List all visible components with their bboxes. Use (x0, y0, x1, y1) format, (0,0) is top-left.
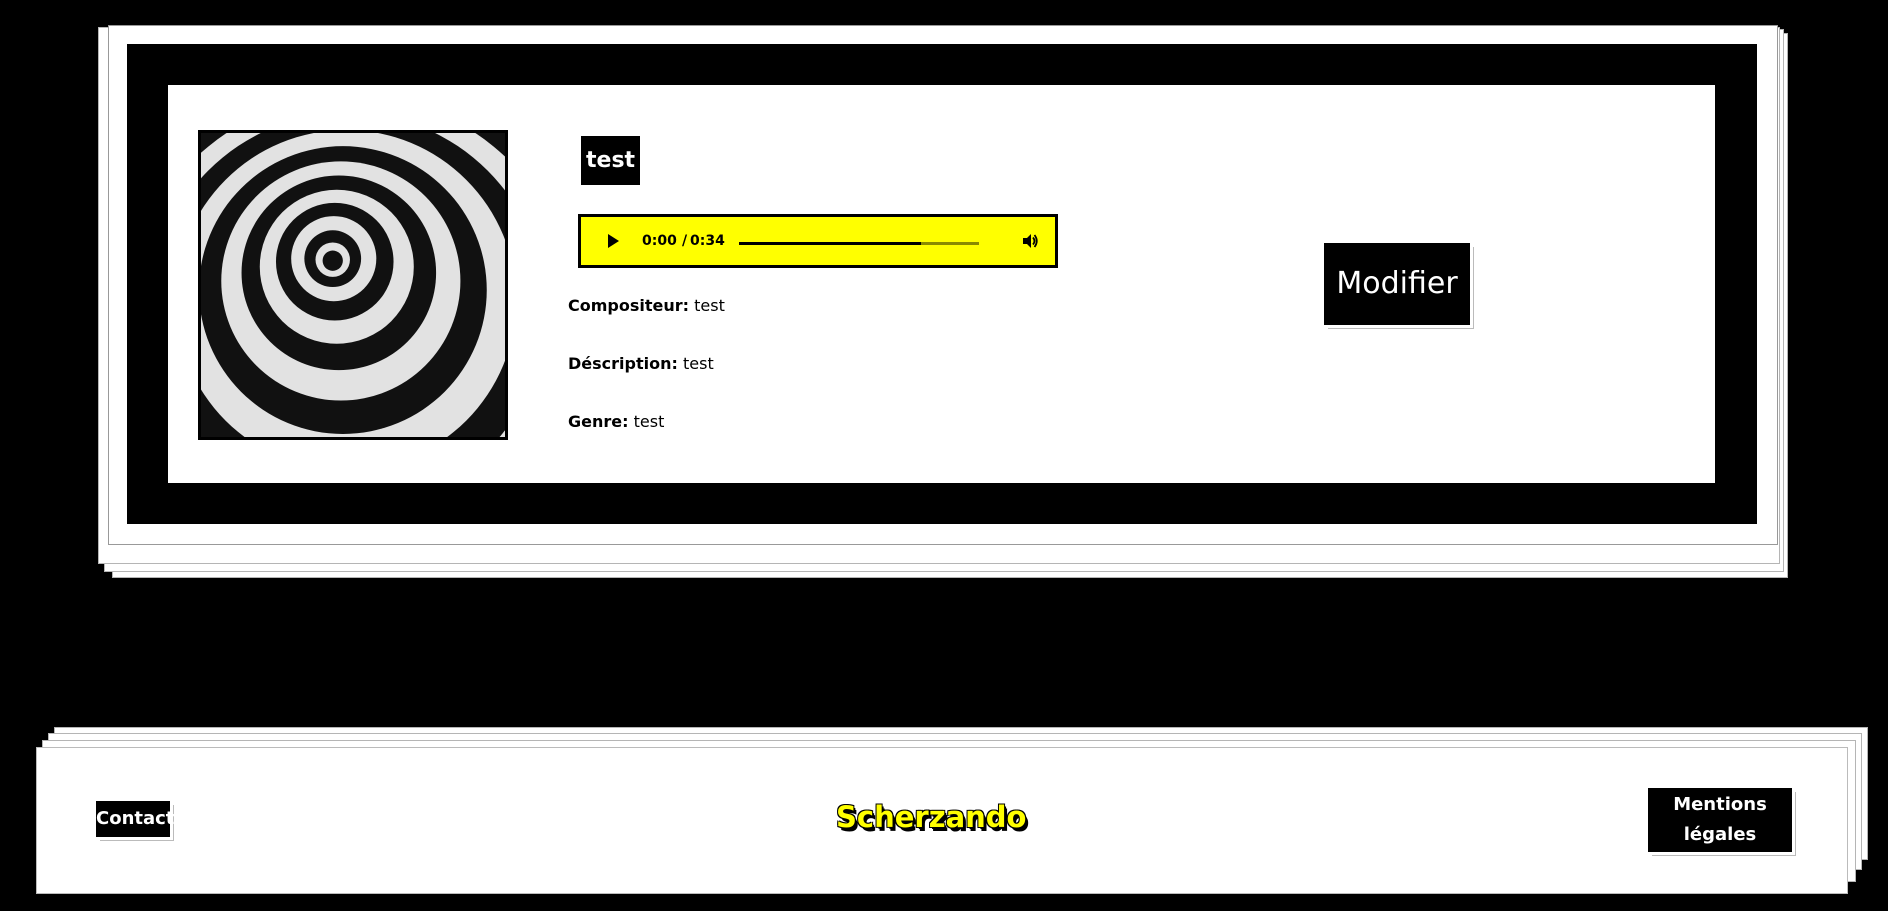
description-value: test (682, 354, 714, 373)
composer-value: test (694, 296, 725, 315)
contact-button[interactable]: Contact (96, 801, 174, 837)
genre-row: Genre: test (568, 412, 664, 431)
genre-value: test (633, 412, 665, 431)
edit-button[interactable]: Modifier (1324, 243, 1470, 325)
description-label: Déscription: (568, 354, 678, 373)
description-row: Déscription: test (568, 354, 714, 373)
legal-notice-button[interactable]: Mentions légales (1648, 788, 1792, 852)
audio-progress-bar[interactable] (739, 242, 979, 245)
composer-row: Compositeur: test (568, 296, 725, 315)
genre-label: Genre: (568, 412, 629, 431)
play-icon[interactable] (608, 234, 619, 248)
current-time: 0:00 (642, 233, 677, 249)
volume-icon[interactable] (1021, 232, 1039, 250)
album-cover-image (198, 130, 508, 440)
spiral-artwork (201, 133, 505, 437)
time-separator: / (682, 233, 688, 249)
audio-player[interactable]: 0:00 / 0:34 (578, 214, 1058, 268)
legal-line-1: Mentions (1673, 794, 1767, 815)
audio-progress-fill (739, 242, 922, 245)
brand-logo[interactable]: Scherzando (836, 800, 1026, 834)
legal-line-2: légales (1683, 824, 1757, 845)
song-title: test (581, 136, 641, 185)
composer-label: Compositeur: (568, 296, 690, 315)
duration: 0:34 (690, 233, 725, 249)
